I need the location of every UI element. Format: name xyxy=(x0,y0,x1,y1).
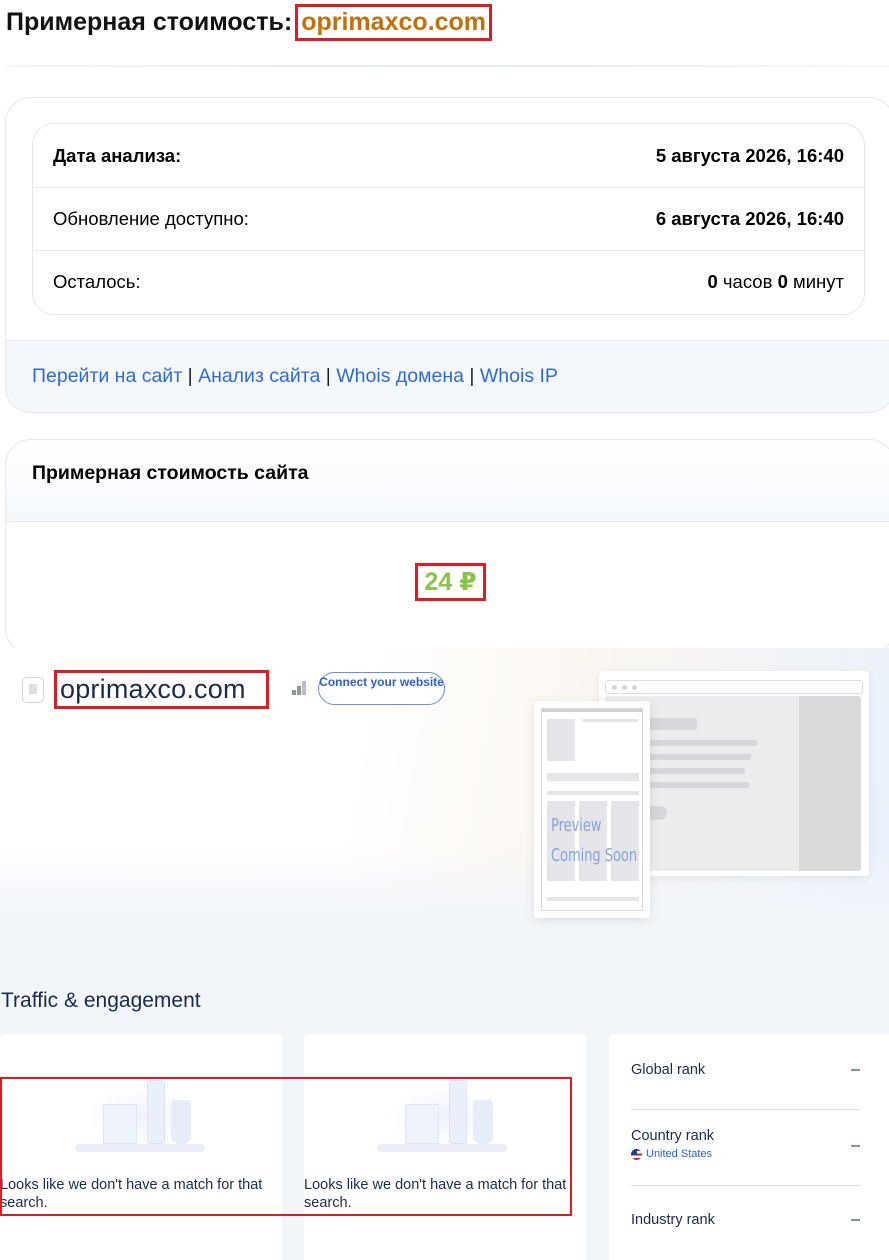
title-prefix: Примерная стоимость: xyxy=(6,8,293,36)
country-selector[interactable]: United States xyxy=(631,1148,712,1160)
update-available-label: Обновление доступно: xyxy=(53,208,249,229)
industry-rank-label: Industry rank xyxy=(631,1212,715,1228)
global-rank-value: – xyxy=(851,1061,860,1078)
mobile-preview-screen: Preview Coming Soon xyxy=(541,708,643,911)
links-bar: Перейти на сайт | Анализ сайта | Whois д… xyxy=(6,340,889,412)
site-domain: oprimaxco.com xyxy=(54,670,269,709)
preview-coming-soon: Preview Coming Soon xyxy=(551,815,638,866)
link-separator: | xyxy=(187,365,193,387)
analysis-date-row: Дата анализа: 5 августа 2026, 16:40 xyxy=(33,124,864,187)
analysis-table: Дата анализа: 5 августа 2026, 16:40 Обно… xyxy=(32,123,865,315)
global-rank-label: Global rank xyxy=(631,1062,706,1078)
minutes-unit: минут xyxy=(793,271,844,292)
signal-bars-icon xyxy=(292,681,308,695)
hours-value: 0 xyxy=(707,271,718,292)
update-available-value: 6 августа 2026, 16:40 xyxy=(655,208,844,229)
industry-rank-row: Industry rank – xyxy=(631,1186,860,1260)
title-divider xyxy=(6,65,889,67)
traffic-section-title: Traffic & engagement xyxy=(1,989,201,1012)
valuation-amount: 24 ₽ xyxy=(415,563,486,601)
us-flag-icon xyxy=(631,1148,642,1160)
country-rank-row: Country rank United States – xyxy=(631,1110,860,1186)
empty-state-highlight xyxy=(0,1077,572,1216)
link-separator: | xyxy=(469,365,475,387)
time-left-label: Осталось: xyxy=(53,271,141,292)
favicon-icon xyxy=(22,677,44,703)
analysis-date-label: Дата анализа: xyxy=(53,144,182,166)
country-name: United States xyxy=(646,1148,713,1160)
analysis-card: Дата анализа: 5 августа 2026, 16:40 Обно… xyxy=(5,97,889,413)
update-available-row: Обновление доступно: 6 августа 2026, 16:… xyxy=(33,187,864,250)
go-to-site-link[interactable]: Перейти на сайт xyxy=(32,365,182,387)
site-analysis-link[interactable]: Анализ сайта xyxy=(198,365,320,387)
domain-whois-link[interactable]: Whois домена xyxy=(336,365,464,387)
analysis-date-value: 5 августа 2026, 16:40 xyxy=(655,144,844,166)
time-left-row: Осталось: 0 часов 0 минут xyxy=(33,250,864,313)
ip-whois-link[interactable]: Whois IP xyxy=(480,365,558,387)
industry-rank-value: – xyxy=(851,1211,860,1228)
hours-unit: часов xyxy=(722,271,773,292)
ranks-card: Global rank – Country rank United States… xyxy=(609,1034,889,1260)
valuation-card: Примерная стоимость сайта 24 ₽ xyxy=(5,439,889,654)
title-domain: oprimaxco.com xyxy=(295,4,492,41)
time-left-value: 0 часов 0 минут xyxy=(707,271,844,293)
valuation-title: Примерная стоимость сайта xyxy=(6,440,889,522)
global-rank-row: Global rank – xyxy=(631,1034,860,1110)
connect-website-button[interactable]: Connect your website xyxy=(318,672,445,705)
country-rank-value: – xyxy=(851,1137,860,1154)
page-title: Примерная стоимость: oprimaxco.com xyxy=(6,4,492,41)
minutes-value: 0 xyxy=(777,271,788,292)
link-separator: | xyxy=(325,365,331,387)
country-rank-label: Country rank xyxy=(631,1128,715,1144)
mobile-preview: Preview Coming Soon xyxy=(534,701,650,918)
similarweb-widget: oprimaxco.com Connect your website Previ… xyxy=(0,648,889,1260)
browser-bar xyxy=(605,680,863,694)
